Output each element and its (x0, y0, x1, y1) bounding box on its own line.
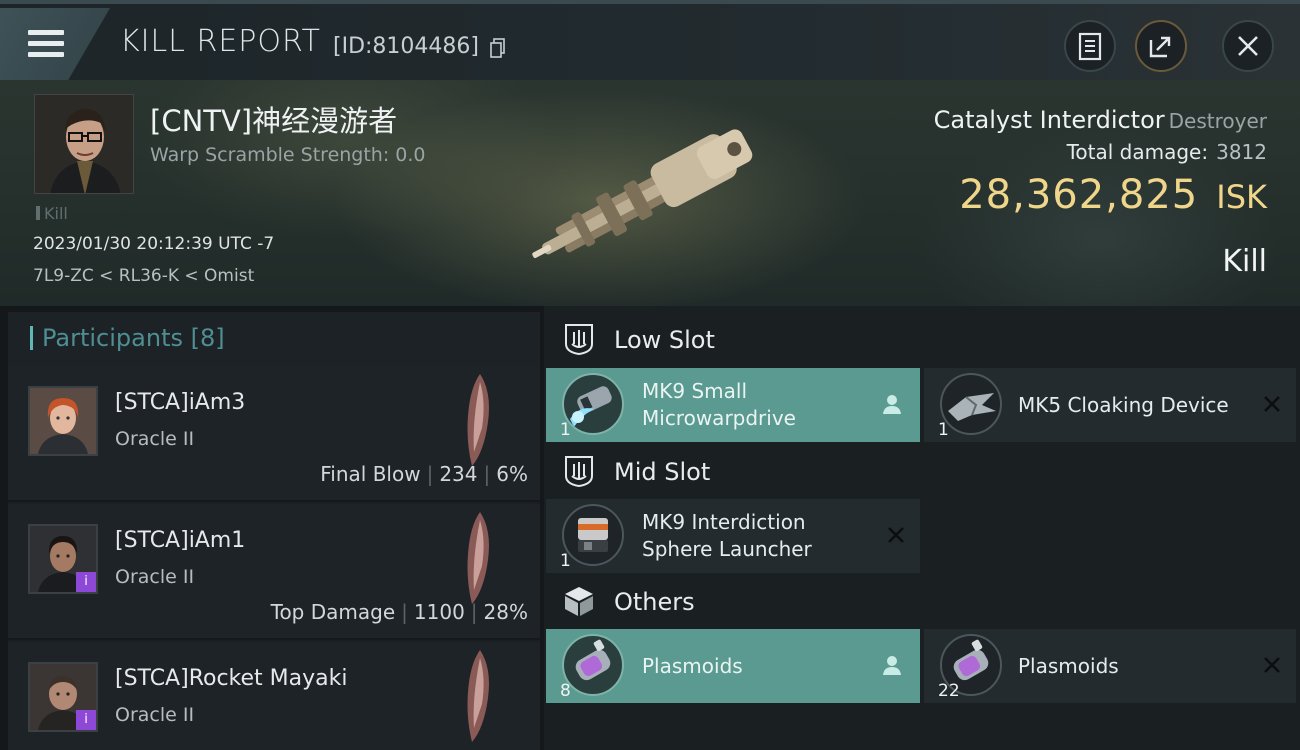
clipboard-button[interactable] (1064, 20, 1116, 72)
participant-name: [STCA]iAm1 (115, 528, 246, 553)
avatar[interactable]: i (28, 524, 98, 594)
total-damage-label: Total damage: (1066, 140, 1209, 164)
person-icon[interactable] (880, 653, 904, 677)
module-name: MK5 Cloaking Device (1018, 393, 1229, 417)
share-icon (1149, 36, 1171, 58)
kill-tag: Kill (36, 204, 68, 223)
kill-location: 7L9-ZC < RL36-K < Omist (33, 266, 255, 286)
others-label: Others (614, 588, 695, 616)
menu-icon (28, 30, 64, 58)
module-quantity: 1 (560, 420, 571, 440)
fitting-panel: Low Slot 1 MK9 Small Microwarpdrive 1 MK… (544, 306, 1300, 750)
mid-slot-label: Mid Slot (614, 458, 711, 486)
avatar[interactable]: i (28, 662, 98, 732)
page-title: KILL REPORT (120, 24, 321, 59)
close-button[interactable] (1222, 20, 1274, 72)
participant-damage: 234 (439, 462, 478, 486)
module-quantity: 1 (560, 551, 571, 571)
item-name: Plasmoids (642, 654, 743, 678)
isk-value: 28,362,825 ISK (959, 172, 1267, 218)
item-quantity: 8 (560, 681, 571, 701)
participant-percent: 6% (496, 462, 528, 486)
participant-row[interactable]: [STCA]iAm3 Oracle II Final Blow | 234 | 6% (8, 366, 540, 502)
kill-tag-label: Kill (44, 204, 68, 223)
clipboard-icon (1078, 32, 1102, 61)
module-item[interactable]: 1 MK9 Interdiction Sphere Launcher (546, 499, 920, 573)
kill-time: 2023/01/30 20:12:39 UTC -7 (33, 234, 275, 254)
module-name-line1: MK9 Small (642, 379, 747, 403)
participant-row[interactable]: i [STCA]iAm1 Oracle II Top Damage | 1100 | 2… (8, 504, 540, 640)
copy-icon[interactable] (490, 38, 506, 58)
top-bar: KILL REPORT [ID:8104486] (0, 0, 1300, 80)
cargo-item[interactable]: 8 Plasmoids (546, 629, 920, 703)
ship-name: Catalyst Interdictor Destroyer (934, 106, 1267, 134)
slot-icon (565, 324, 593, 356)
participant-name: [STCA]Rocket Mayaki (115, 666, 348, 691)
participants-label: Participants [8] (42, 324, 225, 352)
report-id: [ID:8104486] (333, 34, 479, 59)
module-item[interactable]: 1 MK9 Small Microwarpdrive (546, 368, 920, 442)
participant-stats: Top Damage | 1100 | 28% (270, 600, 528, 624)
participant-stats: Final Blow | 234 | 6% (320, 462, 528, 486)
menu-button[interactable] (0, 8, 110, 80)
participant-role: Final Blow (320, 462, 421, 486)
participant-role: Top Damage (270, 600, 396, 624)
cube-icon (565, 587, 593, 616)
close-icon[interactable] (1260, 653, 1284, 677)
participant-name: [STCA]iAm3 (115, 390, 246, 415)
result-label: Kill (1222, 244, 1267, 279)
corp-badge: i (76, 572, 96, 592)
low-slot-label: Low Slot (614, 326, 715, 354)
ship-class: Destroyer (1168, 109, 1267, 133)
module-name-line2: Microwarpdrive (642, 406, 796, 430)
item-quantity: 22 (938, 681, 960, 701)
person-icon[interactable] (880, 392, 904, 416)
kill-summary: [CNTV]神经漫游者 Warp Scramble Strength: 0.0 … (0, 80, 1300, 306)
close-icon[interactable] (1260, 392, 1284, 416)
participant-ship-image (467, 374, 489, 466)
participant-row[interactable]: i [STCA]Rocket Mayaki Oracle II (8, 642, 540, 750)
warp-scramble-strength: Warp Scramble Strength: 0.0 (150, 144, 426, 166)
interdiction-launcher-icon (562, 504, 624, 566)
module-name-line1: MK9 Interdiction (642, 510, 806, 534)
mid-slot-header: Mid Slot (544, 442, 1300, 502)
low-slot-header: Low Slot (544, 310, 1300, 370)
corp-badge: i (76, 710, 96, 730)
share-button[interactable] (1135, 20, 1187, 72)
participants-header: Participants [8] (8, 312, 540, 366)
cloaking-device-icon (940, 373, 1002, 435)
participant-ship: Oracle II (115, 566, 195, 588)
participant-ship-image (467, 512, 489, 604)
slot-icon (565, 456, 593, 488)
participant-ship-image (467, 650, 489, 742)
microwarpdrive-icon (562, 373, 624, 435)
ship-image (532, 129, 753, 259)
close-icon (1238, 36, 1258, 56)
isk-unit: ISK (1216, 178, 1267, 216)
total-damage-value: 3812 (1216, 140, 1267, 164)
module-name: MK9 Small Microwarpdrive (642, 378, 796, 432)
module-quantity: 1 (938, 420, 949, 440)
module-name: MK9 Interdiction Sphere Launcher (642, 509, 812, 563)
avatar[interactable] (28, 386, 98, 456)
victim-name: [CNTV]神经漫游者 (150, 104, 398, 138)
total-damage: Total damage: 3812 (1067, 140, 1267, 164)
ship-type: Catalyst Interdictor (933, 106, 1165, 134)
close-icon[interactable] (884, 523, 908, 547)
isk-amount: 28,362,825 (959, 172, 1199, 218)
module-item[interactable]: 1 MK5 Cloaking Device (924, 368, 1296, 442)
participant-ship: Oracle II (115, 428, 195, 450)
avatar (35, 95, 133, 193)
cargo-item[interactable]: 22 Plasmoids (924, 629, 1296, 703)
victim-portrait[interactable] (34, 94, 134, 194)
plasmoids-icon (562, 634, 624, 696)
item-name: Plasmoids (1018, 654, 1119, 678)
module-name-line2: Sphere Launcher (642, 537, 812, 561)
participant-percent: 28% (483, 600, 528, 624)
participant-ship: Oracle II (115, 704, 195, 726)
participants-panel: Participants [8] [STCA]iAm3 Oracle II Fi… (8, 312, 540, 750)
others-header: Others (544, 572, 1300, 632)
participant-damage: 1100 (413, 600, 465, 624)
